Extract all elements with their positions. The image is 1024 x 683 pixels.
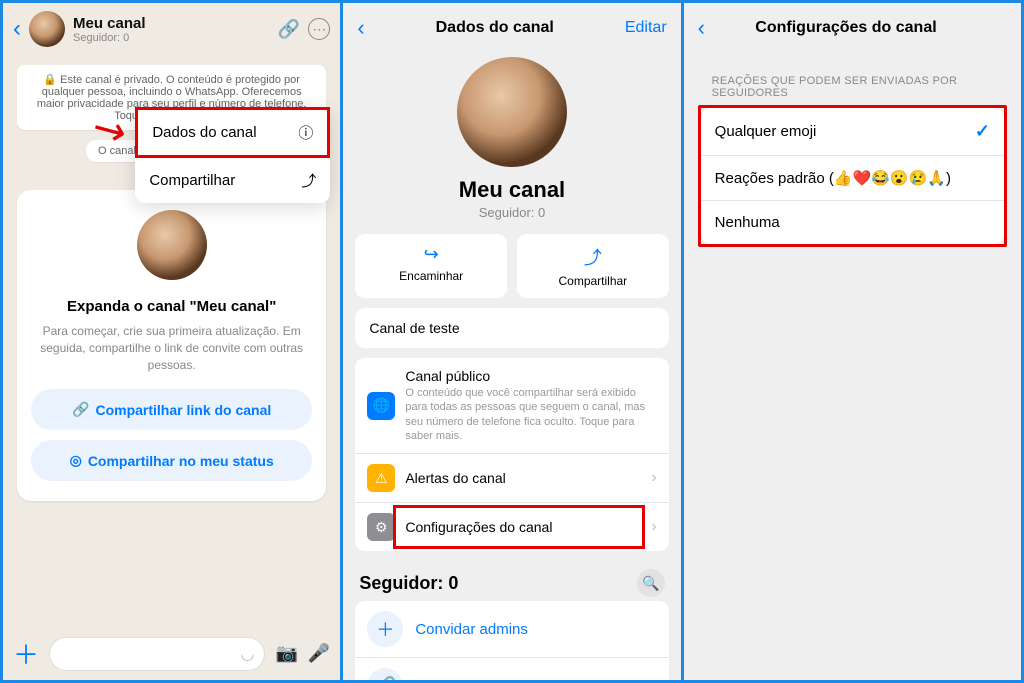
item-subtitle: O conteúdo que você compartilhar será ex… xyxy=(405,386,656,443)
menu-channel-info[interactable]: Dados do canal ⓘ xyxy=(135,107,330,158)
search-icon[interactable]: 🔍 xyxy=(637,569,665,597)
settings-body: REAÇÕES QUE PODEM SER ENVIADAS POR SEGUI… xyxy=(684,53,1021,261)
settings-header: ‹ Configurações do canal xyxy=(684,3,1021,53)
globe-icon: 🌐 xyxy=(367,392,395,420)
card-desc: Para começar, crie sua primeira atualiza… xyxy=(31,323,312,373)
action-label: Encaminhar xyxy=(399,269,463,283)
description-section[interactable]: Canal de teste xyxy=(355,308,668,348)
channel-avatar-small[interactable] xyxy=(29,11,65,47)
link-icon[interactable]: 🔗 xyxy=(278,19,300,40)
menu-share[interactable]: Compartilhar ⤴ xyxy=(135,158,330,203)
info-header: ‹ Dados do canal Editar xyxy=(343,3,680,53)
link-icon: 🔗 xyxy=(72,401,89,418)
back-icon[interactable]: ‹ xyxy=(13,15,21,43)
sticker-icon[interactable]: ◡ xyxy=(241,644,255,664)
members-list: ＋ Convidar admins 🔗 Link do canal Você xyxy=(355,601,668,680)
expand-card: Expanda o canal "Meu canal" Para começar… xyxy=(17,190,326,501)
chevron-icon: › xyxy=(651,469,656,487)
option-label: Nenhuma xyxy=(715,214,780,231)
option-any-emoji[interactable]: Qualquer emoji ✓ xyxy=(701,108,1004,156)
option-default-reactions[interactable]: Reações padrão (👍❤️😂😮😢🙏) xyxy=(701,156,1004,201)
share-link-button[interactable]: 🔗 Compartilhar link do canal xyxy=(31,389,312,430)
section-title: Seguidor: 0 xyxy=(359,573,458,594)
header-title-block[interactable]: Meu canal Seguidor: 0 xyxy=(73,15,270,44)
back-icon[interactable]: ‹ xyxy=(698,15,705,41)
share-icon: ⤴ xyxy=(301,170,316,191)
button-label: Compartilhar link do canal xyxy=(95,402,271,418)
item-title: Canal público xyxy=(405,368,656,384)
item-title: Alertas do canal xyxy=(405,470,641,486)
profile-block: Meu canal Seguidor: 0 xyxy=(355,53,668,234)
menu-label: Compartilhar xyxy=(149,172,235,189)
forward-button[interactable]: ↪ Encaminhar xyxy=(355,234,507,298)
input-bar: ＋ ◡ 📷 🎤 xyxy=(3,627,340,680)
chat-body: ↘ Dados do canal ⓘ Compartilhar ⤴ 🔒 Este… xyxy=(3,55,340,627)
alert-icon: ⚠ xyxy=(367,464,395,492)
panel-channel-info: ‹ Dados do canal Editar Meu canal Seguid… xyxy=(343,3,680,680)
edit-button[interactable]: Editar xyxy=(625,19,667,37)
item-text: Canal público O conteúdo que você compar… xyxy=(405,368,656,443)
action-row: ↪ Encaminhar ⤴ Compartilhar xyxy=(355,234,668,298)
status-icon: ◎ xyxy=(70,452,82,469)
chat-header: ‹ Meu canal Seguidor: 0 🔗 ⋯ xyxy=(3,3,340,55)
more-icon[interactable]: ⋯ xyxy=(308,18,330,40)
panel-chat: ‹ Meu canal Seguidor: 0 🔗 ⋯ ↘ Dados do c… xyxy=(3,3,340,680)
back-icon[interactable]: ‹ xyxy=(357,15,364,41)
share-button[interactable]: ⤴ Compartilhar xyxy=(517,234,669,298)
channel-title: Meu canal xyxy=(73,15,270,32)
info-icon: ⓘ xyxy=(298,122,313,143)
channel-settings-item[interactable]: ⚙ Configurações do canal › xyxy=(355,503,668,551)
plus-icon: ＋ xyxy=(367,611,403,647)
message-input[interactable]: ◡ xyxy=(49,637,265,671)
settings-list: 🌐 Canal público O conteúdo que você comp… xyxy=(355,358,668,551)
attach-icon[interactable]: ＋ xyxy=(13,635,39,672)
info-body: Meu canal Seguidor: 0 ↪ Encaminhar ⤴ Com… xyxy=(343,53,680,680)
chevron-icon: › xyxy=(651,518,656,536)
option-label: Reações padrão (👍❤️😂😮😢🙏) xyxy=(715,169,951,187)
card-avatar xyxy=(137,210,207,280)
panel-settings: ‹ Configurações do canal REAÇÕES QUE POD… xyxy=(684,3,1021,680)
item-title: Configurações do canal xyxy=(405,519,641,535)
card-title: Expanda o canal "Meu canal" xyxy=(31,298,312,315)
header-title: Configurações do canal xyxy=(755,19,936,37)
invite-admins-item[interactable]: ＋ Convidar admins xyxy=(355,601,668,658)
share-icon: ⤴ xyxy=(584,244,602,270)
item-label: Link do canal xyxy=(415,678,503,680)
reactions-options: Qualquer emoji ✓ Reações padrão (👍❤️😂😮😢🙏… xyxy=(701,108,1004,244)
channel-avatar-large[interactable] xyxy=(457,57,567,167)
channel-link-item[interactable]: 🔗 Link do canal xyxy=(355,658,668,680)
follower-count: Seguidor: 0 xyxy=(73,32,270,44)
header-dropdown: Dados do canal ⓘ Compartilhar ⤴ xyxy=(135,107,330,203)
link-icon: 🔗 xyxy=(367,668,403,680)
option-none[interactable]: Nenhuma xyxy=(701,201,1004,244)
public-channel-item[interactable]: 🌐 Canal público O conteúdo que você comp… xyxy=(355,358,668,454)
camera-icon[interactable]: 📷 xyxy=(275,643,297,664)
reactions-section-label: REAÇÕES QUE PODEM SER ENVIADAS POR SEGUI… xyxy=(698,67,1007,105)
header-title: Dados do canal xyxy=(436,19,554,37)
option-label: Qualquer emoji xyxy=(715,123,817,140)
alerts-item[interactable]: ⚠ Alertas do canal › xyxy=(355,454,668,503)
forward-icon: ↪ xyxy=(424,244,439,265)
followers-header: Seguidor: 0 🔍 xyxy=(355,561,668,601)
follower-count: Seguidor: 0 xyxy=(355,205,668,220)
mic-icon[interactable]: 🎤 xyxy=(308,643,330,664)
menu-label: Dados do canal xyxy=(152,124,256,141)
item-label: Convidar admins xyxy=(415,621,528,638)
share-status-button[interactable]: ◎ Compartilhar no meu status xyxy=(31,440,312,481)
checkmark-icon: ✓ xyxy=(975,121,990,142)
action-label: Compartilhar xyxy=(558,274,627,288)
button-label: Compartilhar no meu status xyxy=(88,453,274,469)
gear-icon: ⚙ xyxy=(367,513,395,541)
highlight-annotation: Qualquer emoji ✓ Reações padrão (👍❤️😂😮😢🙏… xyxy=(698,105,1007,247)
channel-name: Meu canal xyxy=(355,177,668,203)
